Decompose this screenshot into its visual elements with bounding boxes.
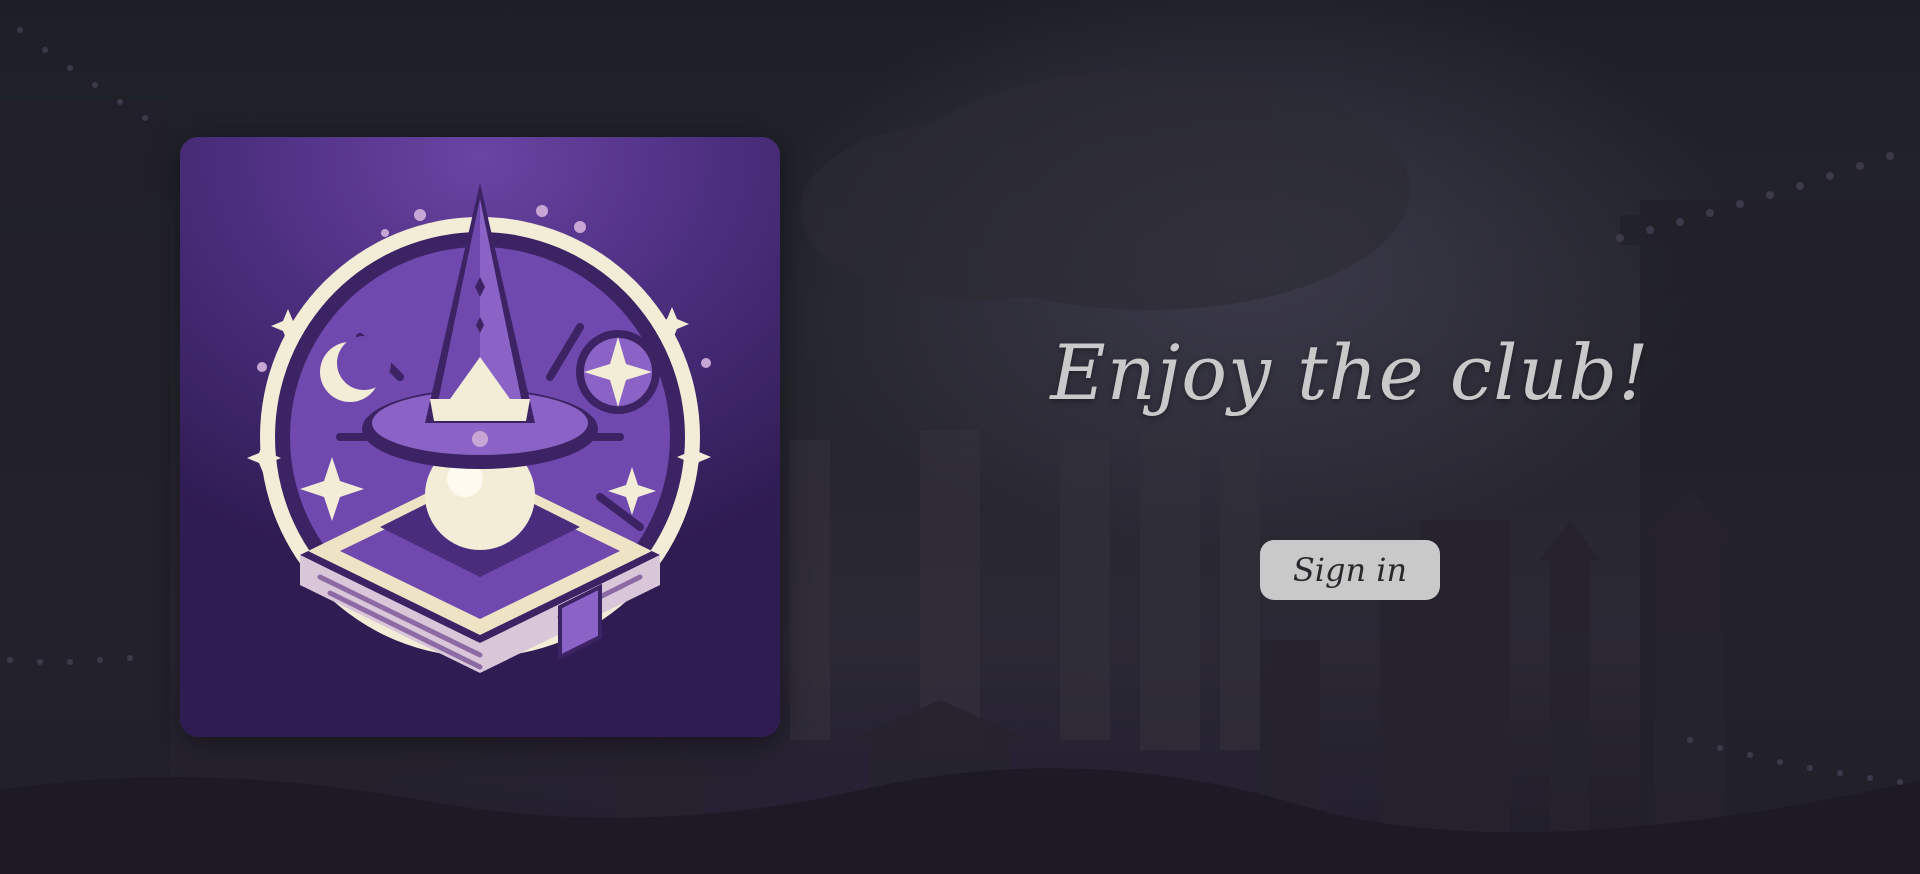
sign-in-button[interactable]: Sign in [1260, 540, 1440, 600]
club-logo [180, 137, 780, 737]
welcome-headline: Enjoy the club! [1050, 328, 1650, 417]
wizard-hat-crystal-ball-book-icon [247, 183, 711, 673]
